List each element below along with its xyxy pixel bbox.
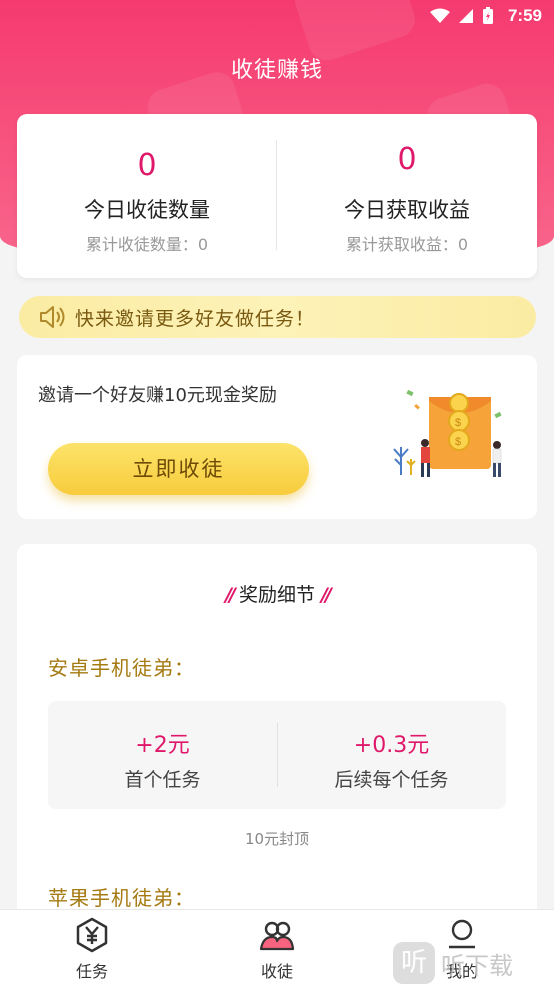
signal-icon (458, 9, 473, 23)
each-task-amount: +0.3元 (353, 733, 430, 758)
invite-now-button[interactable]: 立即收徒 (48, 443, 309, 495)
total-apprentice-count: 累计收徒数量：0 (85, 235, 209, 254)
android-reward-box: +2元 首个任务 +0.3元 后续每个任务 (48, 701, 506, 809)
status-time: 7:59 (507, 6, 542, 25)
first-task-label: 首个任务 (124, 769, 201, 791)
invite-description: 邀请一个好友赚10元现金奖励 (38, 385, 277, 406)
battery-icon (482, 7, 493, 24)
reward-details-title-text: 奖励细节 (238, 584, 315, 606)
today-apprentice-stat: 0 今日收徒数量 累计收徒数量：0 (17, 114, 277, 278)
tab-apprentice-label: 收徒 (260, 962, 293, 981)
watermark-text: 听下载 (441, 951, 513, 980)
red-envelope-illustration: $ $ (393, 389, 502, 477)
page-title: 收徒赚钱 (230, 58, 323, 83)
users-icon (259, 921, 295, 951)
invite-card: 邀请一个好友赚10元现金奖励 立即收徒 $ $ (17, 355, 537, 519)
notice-text: 快来邀请更多好友做任务！ (75, 307, 316, 330)
decorative-slash-icon: // (321, 584, 332, 606)
apple-apprentice-title: 苹果手机徒弟： (48, 886, 195, 910)
stats-card: 0 今日收徒数量 累计收徒数量：0 0 今日获取收益 累计获取收益：0 (17, 114, 537, 278)
decorative-slash-icon: // (225, 584, 236, 606)
tab-tasks-label: 任务 (75, 962, 108, 981)
today-apprentice-count: 0 (137, 148, 157, 183)
android-apprentice-title: 安卓手机徒弟： (48, 656, 195, 680)
notice-banner[interactable]: 快来邀请更多好友做任务！ (19, 296, 536, 338)
tab-tasks[interactable]: 任务 (0, 910, 184, 986)
reward-details-title: //奖励细节// (17, 580, 537, 607)
today-earnings-label: 今日获取收益 (344, 198, 470, 222)
each-task-label: 后续每个任务 (334, 769, 449, 791)
svg-text:$: $ (455, 417, 461, 429)
first-task-amount: +2元 (135, 733, 190, 758)
today-apprentice-label: 今日收徒数量 (84, 198, 210, 222)
svg-text:$: $ (455, 436, 461, 448)
today-earnings-stat: 0 今日获取收益 累计获取收益：0 (277, 114, 537, 278)
tab-apprentice[interactable]: 收徒 (185, 910, 369, 986)
status-bar: 7:59 (0, 0, 554, 32)
each-task-reward: +0.3元 后续每个任务 (277, 701, 506, 809)
watermark-logo: 听 (393, 942, 435, 984)
total-earnings-value: 累计获取收益：0 (345, 235, 469, 254)
today-earnings-value: 0 (397, 142, 417, 177)
reward-cap-text: 10元封顶 (244, 830, 310, 848)
speaker-icon (40, 306, 65, 328)
first-task-reward: +2元 首个任务 (48, 701, 277, 809)
reward-details-card: //奖励细节// 安卓手机徒弟： +2元 首个任务 +0.3元 后续每个任务 1… (17, 544, 537, 944)
yen-hexagon-icon (76, 917, 108, 953)
wifi-icon (429, 8, 450, 23)
watermark: 听 听下载 (393, 941, 513, 985)
